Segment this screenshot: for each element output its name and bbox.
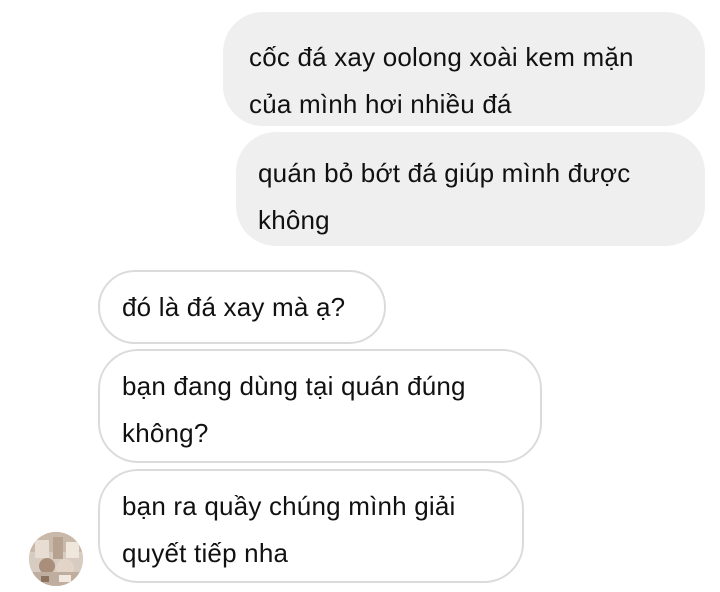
outgoing-message[interactable]: cốc đá xay oolong xoài kem mặn của mình … <box>223 12 705 126</box>
incoming-message[interactable]: đó là đá xay mà ạ? <box>98 270 386 344</box>
contact-avatar[interactable] <box>29 532 83 586</box>
incoming-message[interactable]: bạn ra quầy chúng mình giải quyết tiếp n… <box>98 469 524 583</box>
profile-photo-icon <box>29 532 83 586</box>
incoming-message[interactable]: bạn đang dùng tại quán đúng không? <box>98 349 542 463</box>
outgoing-message[interactable]: quán bỏ bớt đá giúp mình được không <box>236 132 705 246</box>
